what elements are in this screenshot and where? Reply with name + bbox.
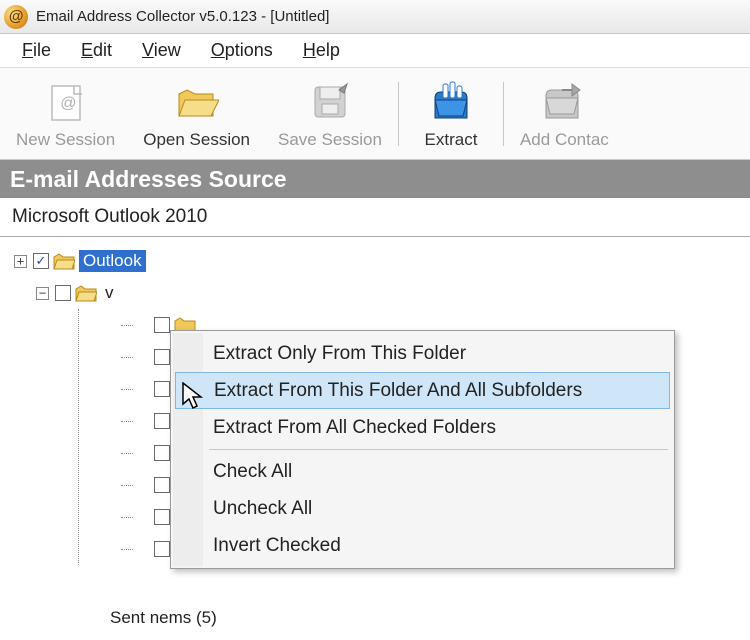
tree-node-label[interactable]: v <box>101 282 118 304</box>
checkbox[interactable]: ✓ <box>33 253 49 269</box>
tree-node[interactable]: − v <box>36 277 750 309</box>
spacer <box>135 351 148 364</box>
spacer <box>135 415 148 428</box>
new-session-button[interactable]: @ New Session <box>2 70 129 158</box>
extract-button[interactable]: Extract <box>401 70 501 158</box>
ctx-uncheck-all[interactable]: Uncheck All <box>173 490 672 527</box>
menubar: File Edit View Options Help <box>0 34 750 68</box>
save-session-button[interactable]: Save Session <box>264 70 396 158</box>
menu-help[interactable]: Help <box>303 40 340 61</box>
toolbar: @ New Session Open Session Save Session <box>0 68 750 160</box>
panel-heading: E-mail Addresses Source <box>0 160 750 198</box>
folder-icon <box>53 253 75 270</box>
svg-text:@: @ <box>60 95 76 112</box>
add-contact-icon <box>542 80 586 124</box>
add-contact-button[interactable]: Add Contac <box>506 70 623 158</box>
menu-edit[interactable]: Edit <box>81 40 112 61</box>
context-menu-separator <box>209 449 668 450</box>
menu-view[interactable]: View <box>142 40 181 61</box>
source-name: Microsoft Outlook 2010 <box>0 198 750 237</box>
tree-node-root[interactable]: + ✓ Outlook <box>14 245 750 277</box>
extract-label: Extract <box>425 130 478 150</box>
checkbox[interactable] <box>154 349 170 365</box>
spacer <box>135 543 148 556</box>
tree-node-label-obscured: Sent nems (5) <box>110 608 217 628</box>
collapse-icon[interactable]: − <box>36 287 49 300</box>
ctx-extract-subfolders[interactable]: Extract From This Folder And All Subfold… <box>175 372 670 409</box>
spacer <box>135 511 148 524</box>
spacer <box>135 383 148 396</box>
menu-options[interactable]: Options <box>211 40 273 61</box>
toolbar-separator <box>503 82 504 146</box>
tree-node-label[interactable]: Outlook <box>79 250 146 272</box>
save-session-label: Save Session <box>278 130 382 150</box>
menu-file[interactable]: File <box>22 40 51 61</box>
checkbox[interactable] <box>154 477 170 493</box>
folder-icon <box>75 285 97 302</box>
expand-icon[interactable]: + <box>14 255 27 268</box>
ctx-invert-checked[interactable]: Invert Checked <box>173 527 672 564</box>
new-session-label: New Session <box>16 130 115 150</box>
spacer <box>135 319 148 332</box>
titlebar: @ Email Address Collector v5.0.123 - [Un… <box>0 0 750 34</box>
checkbox[interactable] <box>55 285 71 301</box>
add-contact-label: Add Contac <box>520 130 609 150</box>
open-session-button[interactable]: Open Session <box>129 70 264 158</box>
ctx-extract-checked[interactable]: Extract From All Checked Folders <box>173 409 672 446</box>
ctx-check-all[interactable]: Check All <box>173 453 672 490</box>
app-icon: @ <box>4 5 28 29</box>
spacer <box>135 447 148 460</box>
checkbox[interactable] <box>154 413 170 429</box>
open-session-icon <box>175 80 219 124</box>
window-title: Email Address Collector v5.0.123 - [Unti… <box>36 8 329 25</box>
save-session-icon <box>308 80 352 124</box>
spacer <box>135 479 148 492</box>
checkbox[interactable] <box>154 317 170 333</box>
open-session-label: Open Session <box>143 130 250 150</box>
new-session-icon: @ <box>44 80 88 124</box>
checkbox[interactable] <box>154 541 170 557</box>
checkbox[interactable] <box>154 509 170 525</box>
extract-icon <box>429 80 473 124</box>
checkbox[interactable] <box>154 445 170 461</box>
ctx-extract-only[interactable]: Extract Only From This Folder <box>173 335 672 372</box>
toolbar-separator <box>398 82 399 146</box>
context-menu: Extract Only From This Folder Extract Fr… <box>170 330 675 569</box>
checkbox[interactable] <box>154 381 170 397</box>
